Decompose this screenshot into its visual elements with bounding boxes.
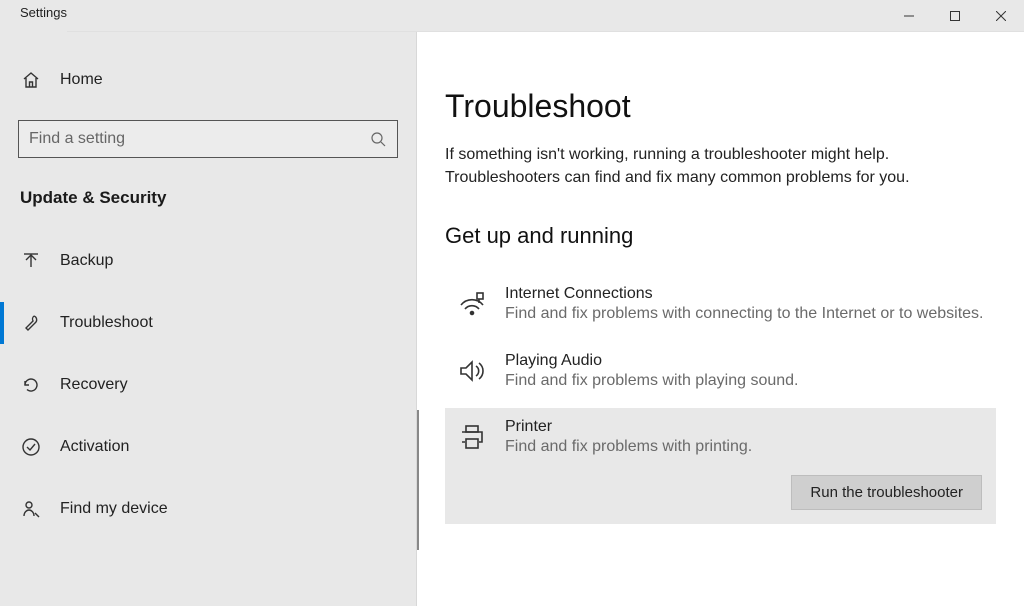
troubleshooter-body: Printer Find and fix problems with print… — [505, 418, 986, 458]
sidebar-item-backup[interactable]: Backup — [0, 230, 416, 292]
sidebar-item-recovery[interactable]: Recovery — [0, 354, 416, 416]
scrollbar[interactable] — [417, 410, 419, 550]
sidebar-item-label: Troubleshoot — [60, 314, 153, 332]
sidebar-item-label: Backup — [60, 252, 113, 270]
search-box[interactable] — [18, 120, 398, 158]
category-heading: Update & Security — [0, 180, 416, 230]
home-icon — [20, 69, 42, 91]
sidebar-item-label: Activation — [60, 438, 129, 456]
troubleshooter-internet-connections[interactable]: Internet Connections Find and fix proble… — [445, 275, 996, 341]
troubleshooter-title: Printer — [505, 418, 986, 436]
sidebar-item-label: Recovery — [60, 376, 128, 394]
sidebar-item-activation[interactable]: Activation — [0, 416, 416, 478]
titlebar — [0, 0, 1024, 32]
backup-icon — [20, 250, 42, 272]
close-button[interactable] — [978, 0, 1024, 32]
troubleshooter-printer-selected: Printer Find and fix problems with print… — [445, 408, 996, 523]
window-controls — [886, 0, 1024, 32]
sidebar-item-find-my-device[interactable]: Find my device — [0, 478, 416, 540]
minimize-button[interactable] — [886, 0, 932, 32]
troubleshooter-title: Internet Connections — [505, 285, 986, 303]
content-area: Troubleshoot If something isn't working,… — [417, 32, 1024, 606]
troubleshooter-body: Playing Audio Find and fix problems with… — [505, 352, 986, 392]
troubleshooter-desc: Find and fix problems with printing. — [505, 436, 985, 458]
main-area: Settings Home Update & Security — [0, 32, 1024, 606]
printer-icon — [455, 420, 489, 454]
app-title: Settings — [0, 0, 67, 32]
maximize-button[interactable] — [932, 0, 978, 32]
troubleshooter-printer[interactable]: Printer Find and fix problems with print… — [445, 408, 996, 474]
nav-home[interactable]: Home — [0, 60, 416, 100]
search-icon — [369, 130, 387, 148]
troubleshooter-playing-audio[interactable]: Playing Audio Find and fix problems with… — [445, 342, 996, 408]
troubleshoot-icon — [20, 312, 42, 334]
section-heading: Get up and running — [445, 223, 996, 249]
page-title: Troubleshoot — [445, 88, 996, 125]
recovery-icon — [20, 374, 42, 396]
search-input[interactable] — [29, 130, 369, 148]
wifi-icon — [455, 287, 489, 321]
sidebar-item-label: Find my device — [60, 500, 168, 518]
page-description: If something isn't working, running a tr… — [445, 143, 985, 189]
sidebar-item-troubleshoot[interactable]: Troubleshoot — [0, 292, 416, 354]
troubleshooter-desc: Find and fix problems with playing sound… — [505, 370, 985, 392]
activation-icon — [20, 436, 42, 458]
sidebar: Settings Home Update & Security — [0, 32, 417, 606]
troubleshooter-body: Internet Connections Find and fix proble… — [505, 285, 986, 325]
nav-home-label: Home — [60, 71, 103, 89]
troubleshooter-title: Playing Audio — [505, 352, 986, 370]
troubleshooter-desc: Find and fix problems with connecting to… — [505, 303, 985, 325]
audio-icon — [455, 354, 489, 388]
find-device-icon — [20, 498, 42, 520]
run-troubleshooter-button[interactable]: Run the troubleshooter — [791, 475, 982, 510]
